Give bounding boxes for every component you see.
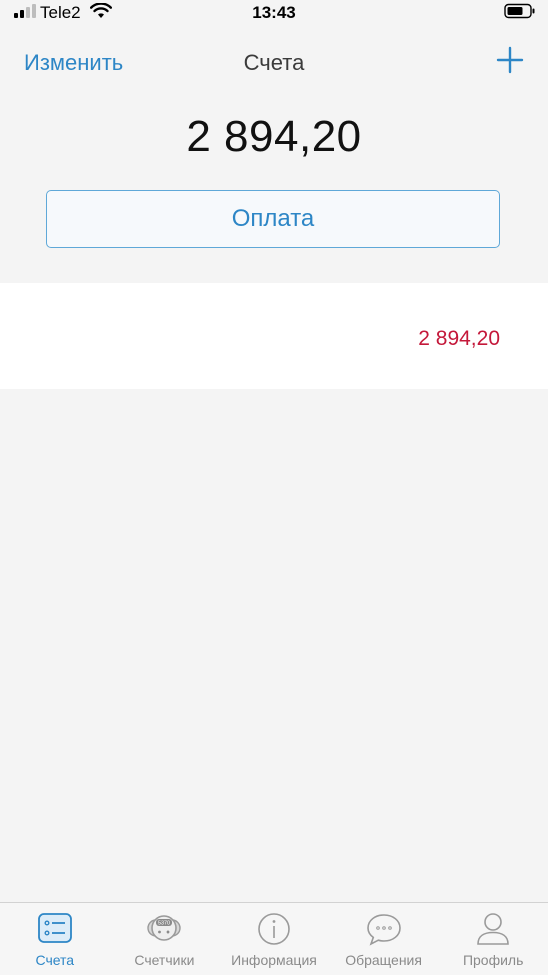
profile-icon — [477, 913, 509, 945]
page-title: Счета — [243, 50, 305, 75]
accounts-list-icon — [37, 913, 72, 943]
tab-label: Профиль — [462, 952, 524, 968]
meter-reading: 5370 — [158, 921, 170, 927]
total-balance: 2 894,20 — [186, 112, 362, 161]
tab-meters[interactable]: 5370 Счетчики — [110, 903, 220, 975]
status-time: 13:43 — [252, 3, 296, 22]
tab-label: Счетчики — [134, 952, 195, 968]
tab-label: Информация — [231, 952, 317, 968]
tab-label: Обращения — [345, 952, 422, 968]
tab-accounts[interactable]: Счета — [0, 903, 110, 975]
info-icon — [258, 913, 290, 945]
battery-icon — [504, 3, 535, 19]
tab-information[interactable]: Информация — [219, 903, 329, 975]
account-amount: 2 894,20 — [418, 327, 500, 350]
account-row[interactable]: 2 894,20 — [0, 283, 548, 389]
plus-icon[interactable] — [496, 46, 524, 74]
tab-bar: Счета 5370 Счетчики Информация Обращения — [0, 902, 548, 975]
tab-profile[interactable]: Профиль — [438, 903, 548, 975]
status-bar: Tele2 13:43 — [0, 0, 548, 26]
tab-requests[interactable]: Обращения — [329, 903, 439, 975]
meter-icon: 5370 — [147, 915, 182, 941]
pay-button[interactable]: Оплата — [46, 190, 500, 248]
navigation-bar: Изменить Счета — [0, 40, 548, 86]
chat-bubble-icon — [366, 914, 401, 946]
tab-label: Счета — [35, 952, 75, 968]
